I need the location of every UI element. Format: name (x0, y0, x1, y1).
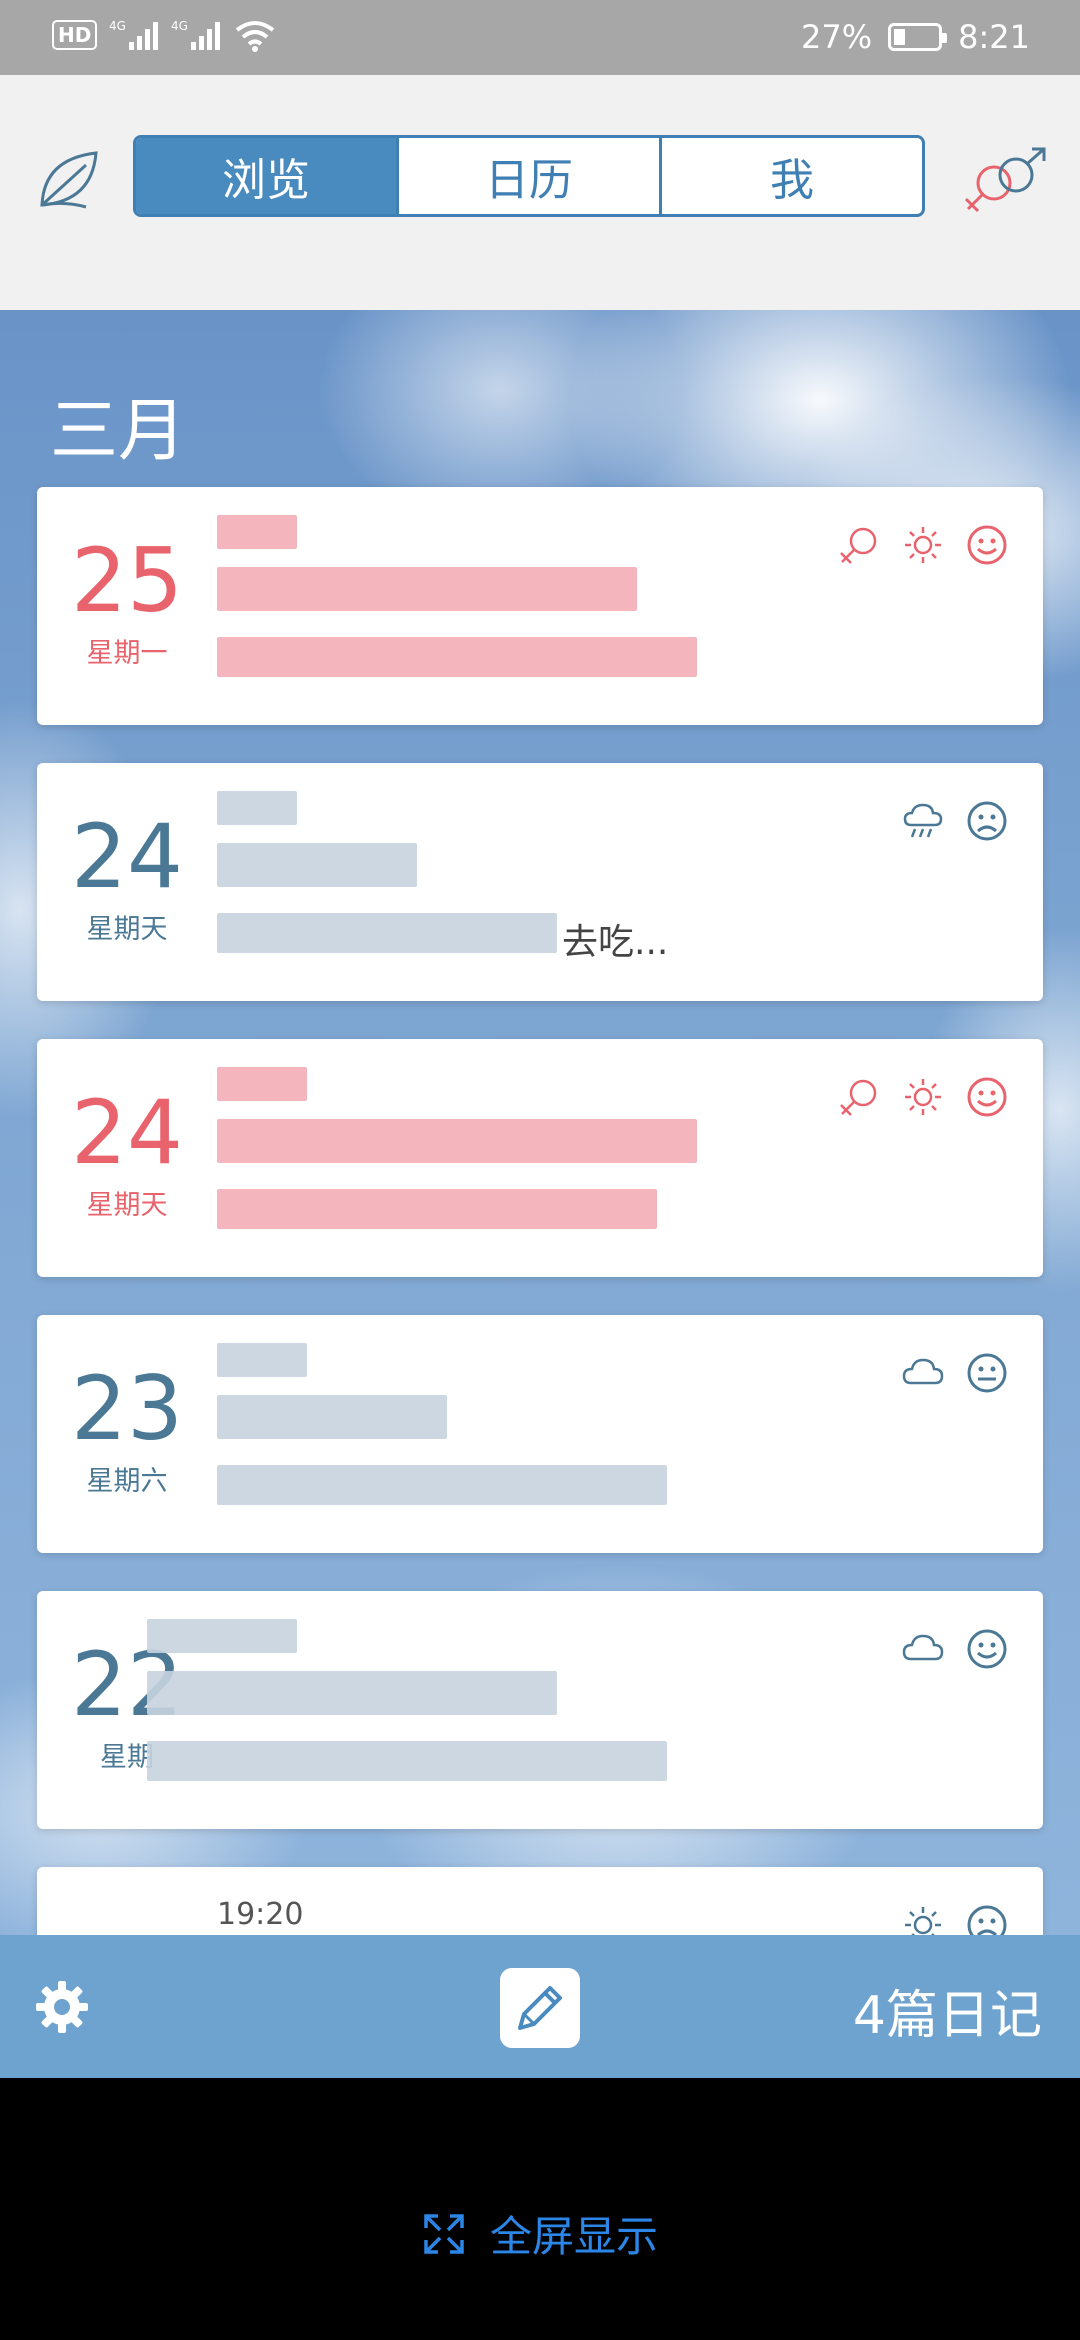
smile-icon (967, 1077, 1007, 1117)
gear-icon[interactable] (34, 1979, 90, 2035)
female-icon (840, 527, 877, 564)
battery-percent: 27% (801, 18, 873, 56)
redacted-text (147, 1619, 297, 1653)
sun-icon (905, 1907, 941, 1935)
clock: 8:21 (958, 18, 1030, 56)
redacted-text (217, 843, 417, 887)
rain-icon (903, 803, 943, 838)
day-number: 24 (71, 805, 183, 908)
redacted-text (217, 567, 637, 611)
tab-me[interactable]: 我 (662, 138, 922, 214)
sad-icon (967, 1905, 1007, 1935)
tab-calendar[interactable]: 日历 (399, 138, 662, 214)
day-number: 23 (71, 1357, 183, 1460)
sad-icon (967, 801, 1007, 841)
fullscreen-label: 全屏显示 (489, 2212, 658, 2261)
hd-badge: HD (52, 20, 98, 50)
redacted-text (217, 1465, 667, 1505)
smile-icon (967, 1629, 1007, 1669)
bottom-toolbar: 4篇日记 (0, 1935, 1080, 2078)
entry-icons (901, 799, 1009, 843)
smile-icon (967, 525, 1007, 565)
redacted-text (217, 1343, 307, 1377)
redacted-text (217, 913, 557, 953)
signal-icon: 4G (109, 19, 159, 50)
gender-icon[interactable] (960, 145, 1052, 215)
status-bar: HD 4G 4G 27% 8:21 (0, 0, 1080, 75)
fullscreen-button[interactable]: 全屏显示 (0, 2203, 1080, 2264)
weekday-label: 星期六 (86, 1466, 168, 1497)
redacted-text (217, 1189, 657, 1229)
neutral-icon (967, 1353, 1007, 1393)
diary-card[interactable]: 24 星期天 (37, 1039, 1043, 1277)
cloud-icon (902, 1634, 944, 1661)
redacted-text (217, 791, 297, 825)
signal-icon-2: 4G (171, 19, 221, 50)
day-number: 24 (71, 1081, 183, 1184)
weekday-label: 星期一 (86, 638, 168, 669)
month-heading: 三月 (50, 392, 187, 471)
leaf-icon[interactable] (34, 145, 104, 215)
new-entry-button[interactable] (500, 1968, 580, 2048)
redacted-text (217, 515, 297, 549)
diary-card[interactable]: 25 星期一 (37, 487, 1043, 725)
weekday-label: 星期天 (86, 914, 168, 945)
entry-icons (901, 1627, 1009, 1671)
cloud-icon (902, 1358, 944, 1385)
diary-list[interactable]: 三月 25 星期一 24 星期天 去吃... 24 星期天 23 星期六 22 … (0, 310, 1080, 1935)
redacted-text (217, 637, 697, 677)
entry-preview-tail: 去吃... (562, 922, 669, 963)
diary-card[interactable]: 23 星期六 (37, 1315, 1043, 1553)
sun-icon (905, 1079, 941, 1115)
redacted-text (217, 1067, 307, 1101)
day-number: 25 (71, 529, 183, 632)
wifi-icon (236, 21, 275, 52)
redacted-text (147, 1671, 557, 1715)
entry-icons (837, 1075, 1009, 1119)
tab-browse[interactable]: 浏览 (136, 138, 399, 214)
app-header: 浏览 日历 我 (0, 75, 1080, 311)
system-nav-area: 全屏显示 (0, 2078, 1080, 2340)
network-type-label-2: 4G (171, 19, 188, 33)
entry-icons (901, 1903, 1009, 1935)
battery-icon (888, 23, 948, 51)
redacted-text (217, 1395, 447, 1439)
entry-time: 19:20 (217, 1897, 304, 1932)
entry-icons (837, 523, 1009, 567)
redacted-text (147, 1741, 667, 1781)
tab-bar: 浏览 日历 我 (133, 135, 925, 217)
pencil-icon (518, 1986, 562, 2030)
redacted-text (217, 1119, 697, 1163)
diary-card[interactable]: 24 星期天 去吃... (37, 763, 1043, 1001)
entry-icons (901, 1351, 1009, 1395)
female-icon (840, 1079, 877, 1116)
network-type-label: 4G (109, 19, 126, 33)
weekday-label: 星期天 (86, 1190, 168, 1221)
diary-card[interactable]: 22 星期 (37, 1591, 1043, 1829)
sun-icon (905, 527, 941, 563)
diary-card[interactable]: 19:20 (37, 1867, 1043, 1935)
expand-icon (424, 2213, 464, 2254)
diary-count: 4篇日记 (852, 1986, 1042, 2046)
